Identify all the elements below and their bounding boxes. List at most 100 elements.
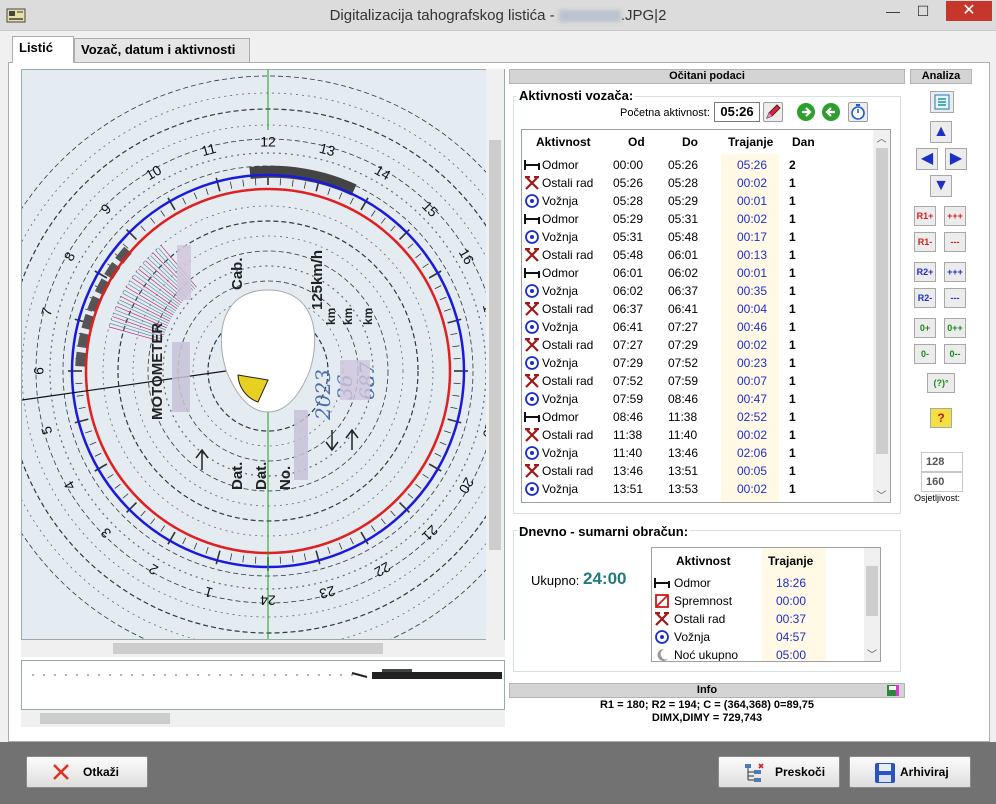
table-row[interactable]: Vožnja 05:31 05:48 00:17 1 <box>522 228 876 246</box>
table-row[interactable]: Ostali rad 07:52 07:59 00:07 1 <box>522 372 876 390</box>
angle-minus-many-button[interactable]: 0-- <box>944 344 966 364</box>
total-label: Ukupno: <box>531 573 580 588</box>
summary-row[interactable]: Ostali rad 00:37 <box>652 610 880 628</box>
r2-minus-many-button[interactable]: --- <box>944 288 966 308</box>
tab-listic[interactable]: Listić <box>12 36 74 63</box>
summary-row[interactable]: Vožnja 04:57 <box>652 628 880 646</box>
close-button[interactable]: ✕ <box>946 1 992 21</box>
image-vertical-scroll-thumb[interactable] <box>489 140 501 550</box>
activity-from: 07:27 <box>613 338 644 352</box>
activity-duration: 00:04 <box>737 302 768 316</box>
scroll-up-icon[interactable]: ︿ <box>873 130 890 145</box>
activity-day: 1 <box>789 284 796 298</box>
handwritten-year: 2023 <box>311 369 335 421</box>
activity-day: 1 <box>789 464 796 478</box>
skip-button[interactable]: Preskoči <box>718 756 840 788</box>
table-row[interactable]: Odmor 05:29 05:31 00:02 1 <box>522 210 876 228</box>
tab-vozac[interactable]: Vozač, datum i aktivnosti <box>74 38 250 62</box>
table-row[interactable]: Vožnja 06:41 07:27 00:46 1 <box>522 318 876 336</box>
table-row[interactable]: Ostali rad 07:27 07:29 00:02 1 <box>522 336 876 354</box>
scroll-down-icon[interactable]: ﹀ <box>864 646 880 661</box>
activities-table-scroll-thumb[interactable] <box>876 148 888 454</box>
activity-to: 06:02 <box>668 266 699 280</box>
summary-duration: 18:26 <box>776 576 807 590</box>
activity-day: 1 <box>789 248 796 262</box>
activity-day: 2 <box>789 158 796 172</box>
table-row[interactable]: Vožnja 07:29 07:52 00:23 1 <box>522 354 876 372</box>
activity-from: 07:59 <box>613 392 644 406</box>
move-left-button[interactable]: ◀ <box>916 148 938 170</box>
r1-minus-many-button[interactable]: --- <box>944 232 966 252</box>
table-row[interactable]: Ostali rad 06:37 06:41 00:04 1 <box>522 300 876 318</box>
activity-from: 05:28 <box>613 194 644 208</box>
move-up-button[interactable]: ▲ <box>930 121 952 143</box>
activity-duration: 00:02 <box>737 338 768 352</box>
table-row[interactable]: Odmor 06:01 06:02 00:01 1 <box>522 264 876 282</box>
save-floppy-icon[interactable] <box>886 684 900 697</box>
angle-plus-many-button[interactable]: 0++ <box>944 318 966 338</box>
minimize-button[interactable]: — <box>878 1 908 21</box>
table-row[interactable]: Vožnja 06:02 06:37 00:35 1 <box>522 282 876 300</box>
summary-row[interactable]: Spremnost 00:00 <box>652 592 880 610</box>
ocitani-podaci-header: Očitani podaci <box>509 69 905 84</box>
scroll-down-icon[interactable]: ﹀ <box>873 487 890 502</box>
table-row[interactable]: Vožnja 07:59 08:46 00:47 1 <box>522 390 876 408</box>
summary-scroll-thumb[interactable] <box>866 566 878 616</box>
activity-icon-cell <box>524 158 540 175</box>
help-button[interactable]: ? <box>930 408 952 428</box>
stopwatch-button[interactable] <box>848 102 868 122</box>
disc-speed-label: 125km/h <box>309 250 326 310</box>
info-line-1: R1 = 180; R2 = 194; C = (364,368) 0=89,7… <box>599 699 815 711</box>
table-row[interactable]: Ostali rad 05:26 05:28 00:02 1 <box>522 174 876 192</box>
angle-minus-button[interactable]: 0- <box>914 344 936 364</box>
analyze-button[interactable] <box>930 91 954 113</box>
activity-icon-cell <box>524 337 540 355</box>
cancel-button[interactable]: Otkaži <box>26 756 148 788</box>
driving-wheel-icon <box>525 320 539 334</box>
archive-button[interactable]: Arhiviraj <box>849 756 971 788</box>
table-row[interactable]: Odmor 08:46 11:38 02:52 1 <box>522 408 876 426</box>
table-row[interactable]: Ostali rad 11:38 11:40 00:02 1 <box>522 426 876 444</box>
summary-table[interactable]: Aktivnost Trajanje Odmor 18:26 Spremnost 00… <box>651 547 881 662</box>
start-activity-field[interactable]: 05:26 <box>714 102 760 122</box>
detect-angle-button[interactable]: (?)° <box>927 373 955 393</box>
activity-name: Odmor <box>542 266 579 280</box>
next-activity-button[interactable] <box>797 103 815 121</box>
image-horizontal-scroll-thumb[interactable] <box>113 643 383 654</box>
r1-minus-button[interactable]: R1- <box>914 232 936 252</box>
activities-table[interactable]: Aktivnost Od Do Trajanje Dan Odmor 00:00 0… <box>521 129 891 503</box>
availability-box-icon <box>655 594 669 608</box>
r2-plus-button[interactable]: R2+ <box>914 262 936 282</box>
table-row[interactable]: Vožnja 11:40 13:46 02:06 1 <box>522 444 876 462</box>
prev-activity-button[interactable] <box>822 103 840 121</box>
table-row[interactable]: Ostali rad 13:46 13:51 00:05 1 <box>522 462 876 480</box>
table-row[interactable]: Ostali rad 05:48 06:01 00:13 1 <box>522 246 876 264</box>
table-row[interactable]: Vožnja 05:28 05:29 00:01 1 <box>522 192 876 210</box>
sensitivity-value-2[interactable]: 160 <box>921 472 963 492</box>
move-down-button[interactable]: ▼ <box>930 175 952 197</box>
activity-to: 06:37 <box>668 284 699 298</box>
edit-pencil-button[interactable] <box>763 102 783 122</box>
activity-from: 13:51 <box>613 482 644 496</box>
activity-day: 1 <box>789 176 796 190</box>
sensitivity-value-1[interactable]: 128 <box>921 452 963 472</box>
r2-plus-many-button[interactable]: +++ <box>944 262 966 282</box>
summary-row[interactable]: Noć ukupno 05:00 <box>652 646 880 661</box>
r1-plus-many-button[interactable]: +++ <box>944 206 966 226</box>
disc-image-viewer[interactable]: 241234567891011121314151617181920212223 … <box>21 69 505 640</box>
r1-plus-button[interactable]: R1+ <box>914 206 936 226</box>
maximize-button[interactable]: ☐ <box>908 1 938 21</box>
activity-icon-cell <box>524 356 540 373</box>
angle-plus-button[interactable]: 0+ <box>914 318 936 338</box>
activity-to: 11:40 <box>668 428 698 442</box>
r2-minus-button[interactable]: R2- <box>914 288 936 308</box>
linear-trace-viewer[interactable] <box>21 660 505 710</box>
table-row[interactable]: Odmor 00:00 05:26 05:26 2 <box>522 156 876 174</box>
summary-row[interactable]: Odmor 18:26 <box>652 574 880 592</box>
activity-from: 11:38 <box>613 428 643 442</box>
trace-horizontal-scroll-thumb[interactable] <box>40 713 170 724</box>
activity-day: 1 <box>789 230 796 244</box>
table-row[interactable]: Vožnja 13:51 13:53 00:02 1 <box>522 480 876 498</box>
summary-header-aktivnost: Aktivnost <box>676 554 731 568</box>
move-right-button[interactable]: ▶ <box>945 148 967 170</box>
